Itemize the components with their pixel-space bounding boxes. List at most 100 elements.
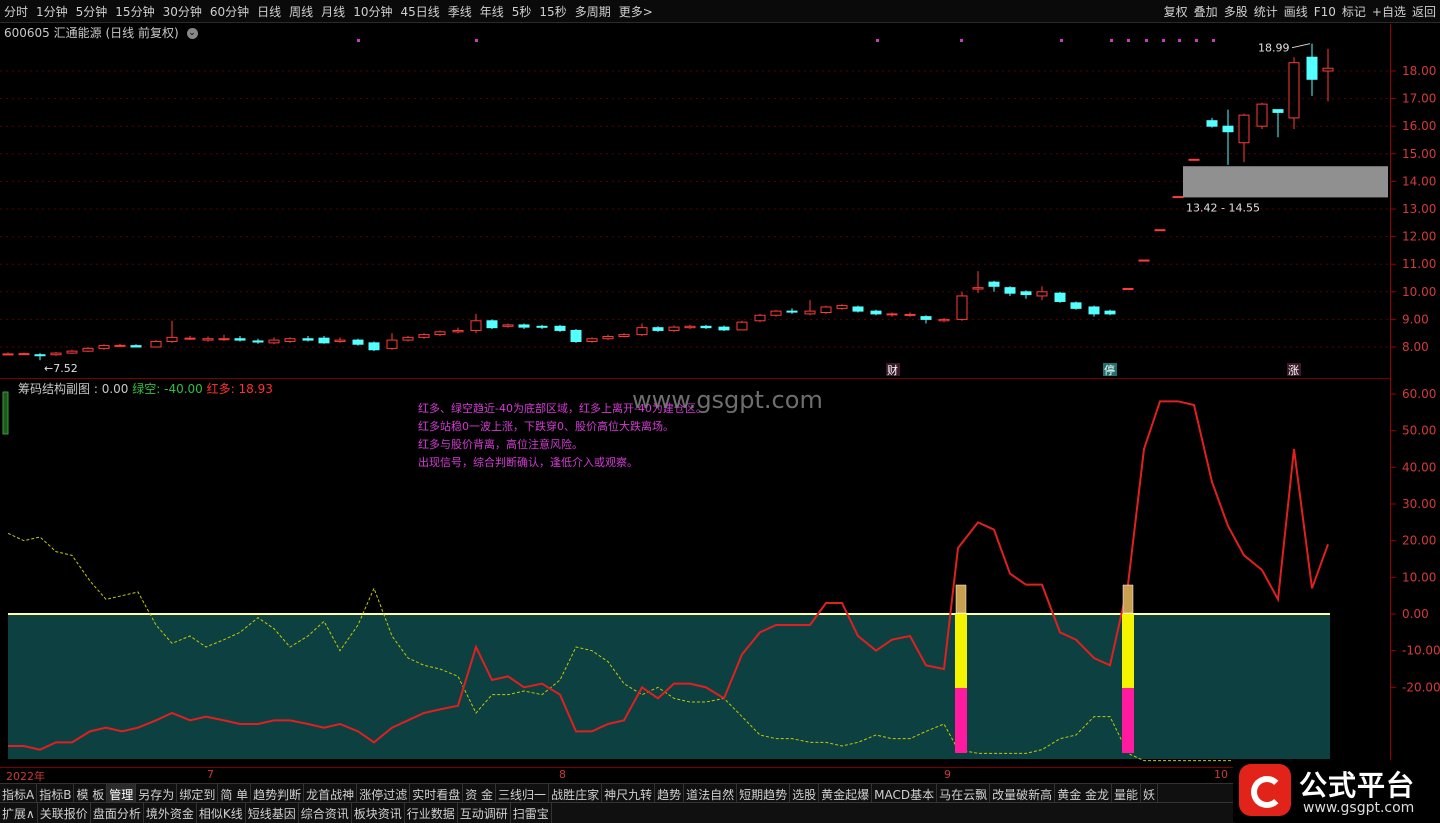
candle-body xyxy=(938,318,950,322)
indicator-tab[interactable]: 管理 xyxy=(107,784,137,803)
signal-dot xyxy=(1178,39,1181,42)
indicator-tab[interactable]: 指标A xyxy=(0,784,38,803)
candle-body xyxy=(302,338,314,341)
indicator-tab[interactable]: 妖 xyxy=(1141,784,1159,803)
candle-body xyxy=(184,337,196,340)
candle-body xyxy=(1088,306,1100,315)
indicator-tab[interactable]: 指标B xyxy=(37,784,75,803)
info-tab[interactable]: 板块资讯 xyxy=(352,803,405,823)
candle-body xyxy=(66,350,78,354)
info-tab[interactable]: 短线基因 xyxy=(246,803,299,823)
indicator-tab[interactable]: 短期趋势 xyxy=(737,784,791,803)
price-tick-label: 8.00 xyxy=(1402,340,1429,354)
candle-body xyxy=(770,310,782,316)
indicator-tab[interactable]: 黄金起爆 xyxy=(819,784,873,803)
candle-body xyxy=(1256,103,1268,127)
candle-body xyxy=(166,336,178,342)
candle-body xyxy=(1272,109,1284,113)
candle-body xyxy=(1222,125,1234,133)
indicator-tab[interactable]: 涨停过滤 xyxy=(357,784,411,803)
price-tick-label: 9.00 xyxy=(1402,312,1429,326)
note-line-4: 出现信号，综合判断确认，逢低介入或观察。 xyxy=(418,456,638,469)
candle-body xyxy=(452,329,464,333)
indicator-tab[interactable]: 三线归一 xyxy=(496,784,550,803)
candle-body xyxy=(2,353,14,356)
indicator-tab[interactable]: 趋势判断 xyxy=(251,784,305,803)
note-line-2: 红多站稳0一波上涨，下跌穿0、股价高位大跌离场。 xyxy=(418,420,674,433)
info-tab[interactable]: 互动调研 xyxy=(458,803,511,823)
indicator-name: 筹码结构副图 xyxy=(18,382,91,396)
candle-body xyxy=(972,287,984,290)
candle-body xyxy=(352,339,364,345)
info-tab[interactable]: 扩展∧ xyxy=(0,803,38,823)
price-range-box xyxy=(1183,166,1388,198)
indicator-tick-label: 60.00 xyxy=(1402,387,1436,401)
signal-dot xyxy=(475,39,478,42)
candle-body xyxy=(586,338,598,342)
candle-body xyxy=(234,338,246,341)
signal-dot xyxy=(876,39,879,42)
candle-body xyxy=(570,329,582,342)
candle-body xyxy=(1238,114,1250,144)
logo-name: 公式平台 xyxy=(1299,769,1416,802)
indicator-tick-label: 10.00 xyxy=(1402,570,1436,584)
candle-body xyxy=(1104,310,1116,315)
info-tab[interactable]: 关联报价 xyxy=(38,803,91,823)
info-tab[interactable]: 综合资讯 xyxy=(299,803,352,823)
high-arrow xyxy=(1291,43,1311,49)
info-tab[interactable]: 扫雷宝 xyxy=(511,803,552,823)
indicator-tab[interactable]: MACD基本 xyxy=(872,784,938,803)
indicator-tab[interactable]: 神尺九转 xyxy=(602,784,656,803)
indicator-tab[interactable]: 战胜庄家 xyxy=(549,784,603,803)
candle-body xyxy=(98,345,110,349)
candle-body xyxy=(904,313,916,316)
candle-body xyxy=(1004,287,1016,294)
candle-body xyxy=(754,314,766,322)
logo-url: www.gsgpt.com xyxy=(1303,800,1415,816)
candle-body xyxy=(700,325,712,329)
watermark: www.gsgpt.com xyxy=(632,386,823,414)
candle-body xyxy=(268,339,280,344)
indicator-tab[interactable]: 模 板 xyxy=(74,784,108,803)
price-tick-label: 12.00 xyxy=(1402,230,1436,244)
candle-body xyxy=(50,352,62,356)
indicator-tab[interactable]: 道法自然 xyxy=(684,784,738,803)
date-label: 9 xyxy=(944,768,951,781)
candle-body xyxy=(1122,287,1134,290)
indicator-tab[interactable]: 量能 xyxy=(1112,784,1142,803)
info-tab[interactable]: 盘面分析 xyxy=(91,803,144,823)
indicator-tab[interactable]: 绑定到 xyxy=(177,784,219,803)
indicator-tick-label: 0.00 xyxy=(1402,607,1429,621)
indicator-tab[interactable]: 另存为 xyxy=(136,784,178,803)
scroll-handle[interactable] xyxy=(2,391,9,435)
indicator-tick-label: 40.00 xyxy=(1402,460,1436,474)
date-label: 7 xyxy=(207,768,214,781)
signal-dot xyxy=(960,39,963,42)
red-line-label: 红多: 18.93 xyxy=(206,382,273,396)
candle-body xyxy=(1188,158,1200,161)
indicator-tab[interactable]: 趋势 xyxy=(655,784,685,803)
price-tick-label: 17.00 xyxy=(1402,92,1436,106)
candle-body xyxy=(202,338,214,341)
candle-body xyxy=(284,338,296,342)
indicator-tab[interactable]: 实时看盘 xyxy=(410,784,464,803)
indicator-tab[interactable]: 龙首战神 xyxy=(304,784,358,803)
indicator-tab[interactable]: 马在云飘 xyxy=(937,784,991,803)
indicator-tab[interactable]: 资 金 xyxy=(463,784,497,803)
info-tab[interactable]: 境外资金 xyxy=(144,803,197,823)
candle-body xyxy=(852,306,864,312)
indicator-tab[interactable]: 黄金 金龙 xyxy=(1055,784,1113,803)
indicator-tab[interactable]: 简 单 xyxy=(218,784,252,803)
info-tab[interactable]: 相似K线 xyxy=(197,803,246,823)
info-tab[interactable]: 行业数据 xyxy=(405,803,458,823)
green-line-label: 绿空: -40.00 xyxy=(132,382,203,396)
signal-bar-yellow xyxy=(955,614,967,688)
indicator-tab[interactable]: 选股 xyxy=(790,784,820,803)
candle-body xyxy=(1138,259,1150,262)
signal-bar-pink xyxy=(1122,688,1134,753)
indicator-tab[interactable]: 改量破新高 xyxy=(990,784,1056,803)
price-tick-label: 18.00 xyxy=(1402,64,1436,78)
candle-body xyxy=(252,340,264,343)
candle-body xyxy=(870,310,882,315)
low-price-label: ←7.52 xyxy=(44,362,78,375)
